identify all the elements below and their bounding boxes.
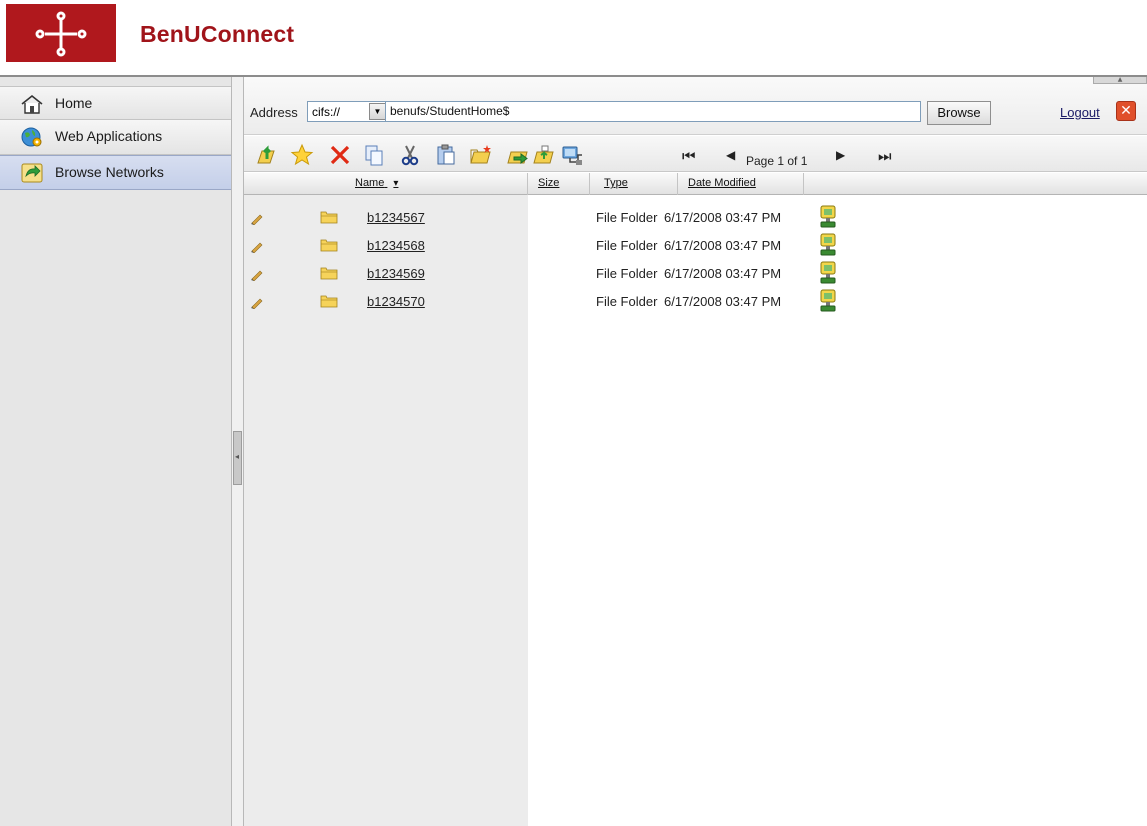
web-applications-icon	[21, 127, 42, 147]
file-name-link[interactable]: b1234568	[367, 238, 425, 253]
sidebar: Home Web Applications Browse Networks	[0, 77, 232, 826]
file-toolbar: ⏮ ◀ Page 1 of 1 ▶ ⏭	[244, 136, 1147, 172]
rename-pencil-icon[interactable]	[250, 297, 264, 309]
chevron-down-icon[interactable]: ▼	[369, 103, 386, 120]
sidebar-splitter[interactable]: ◂	[232, 77, 244, 826]
last-page-icon[interactable]: ⏭	[878, 147, 892, 165]
new-folder-icon[interactable]	[469, 143, 493, 167]
rename-pencil-icon[interactable]	[250, 269, 264, 281]
file-type: File Folder	[596, 294, 658, 309]
browse-button[interactable]: Browse	[927, 101, 991, 125]
table-row[interactable]: b1234569 File Folder 6/17/2008 03:47 PM	[244, 260, 1147, 288]
network-share-icon[interactable]	[818, 289, 838, 313]
sort-descending-icon: ▾	[393, 178, 399, 189]
rename-pencil-icon[interactable]	[250, 213, 264, 225]
logout-link[interactable]: Logout	[1060, 105, 1100, 120]
folder-icon	[320, 211, 338, 224]
previous-page-icon[interactable]: ◀	[726, 148, 735, 162]
sidebar-item-label: Browse Networks	[55, 164, 164, 180]
pager-text: Page 1 of 1	[746, 154, 808, 168]
app-title: BenUConnect	[140, 21, 295, 47]
home-icon	[21, 94, 43, 114]
column-header-label: Date Modified	[688, 177, 756, 189]
folder-icon	[320, 239, 338, 252]
folder-icon	[320, 295, 338, 308]
column-header-size[interactable]: Size	[528, 173, 590, 195]
file-date-modified: 6/17/2008 03:47 PM	[664, 266, 782, 281]
app-header: BenUConnect	[0, 0, 1147, 77]
column-header-date-modified[interactable]: Date Modified	[678, 173, 804, 195]
column-header-label: Name	[355, 177, 385, 189]
table-row[interactable]: b1234570 File Folder 6/17/2008 03:47 PM	[244, 288, 1147, 316]
file-name-link[interactable]: b1234570	[367, 294, 425, 309]
address-bar: ▲ Address cifs:// ▼ benufs/StudentHome$ …	[244, 77, 1147, 135]
app-logo	[6, 4, 116, 62]
copy-icon[interactable]	[362, 143, 386, 167]
next-page-icon[interactable]: ▶	[836, 148, 845, 162]
close-icon[interactable]: ✕	[1116, 101, 1136, 121]
column-header-label: Size	[538, 177, 560, 189]
up-folder-icon[interactable]	[254, 143, 278, 167]
browse-networks-icon	[21, 163, 43, 183]
sidebar-item-web-applications[interactable]: Web Applications	[0, 120, 231, 155]
sidebar-item-browse-networks[interactable]: Browse Networks	[0, 155, 231, 190]
sidebar-item-home[interactable]: Home	[0, 86, 231, 120]
delete-icon[interactable]	[328, 143, 352, 167]
cut-icon[interactable]	[398, 143, 422, 167]
protocol-value: cifs://	[312, 105, 341, 119]
file-name-link[interactable]: b1234567	[367, 210, 425, 225]
logo-cross-icon	[35, 11, 87, 57]
file-date-modified: 6/17/2008 03:47 PM	[664, 210, 782, 225]
splitter-collapse-handle[interactable]: ◂	[233, 431, 242, 485]
file-browser: ▲ Address cifs:// ▼ benufs/StudentHome$ …	[244, 77, 1147, 826]
network-share-icon[interactable]	[818, 233, 838, 257]
favorite-star-icon[interactable]	[290, 143, 314, 167]
open-folder-icon[interactable]	[532, 143, 556, 167]
chevron-left-icon: ◂	[235, 452, 240, 461]
file-date-modified: 6/17/2008 03:47 PM	[664, 294, 782, 309]
network-drive-icon[interactable]	[560, 143, 584, 167]
column-header-type[interactable]: Type	[590, 173, 678, 195]
network-share-icon[interactable]	[818, 261, 838, 285]
grid-header: Name ▾ Size Type Date Modified	[244, 173, 1147, 195]
address-label: Address	[250, 105, 298, 120]
table-row[interactable]: b1234567 File Folder 6/17/2008 03:47 PM	[244, 204, 1147, 232]
network-share-icon[interactable]	[818, 205, 838, 229]
sidebar-item-label: Web Applications	[55, 128, 163, 144]
first-page-icon[interactable]: ⏮	[682, 147, 696, 165]
file-type: File Folder	[596, 210, 658, 225]
folder-icon	[320, 267, 338, 280]
collapse-header-button[interactable]: ▲	[1093, 77, 1147, 84]
path-input[interactable]: benufs/StudentHome$	[385, 101, 921, 122]
file-type: File Folder	[596, 238, 658, 253]
table-row[interactable]: b1234568 File Folder 6/17/2008 03:47 PM	[244, 232, 1147, 260]
file-type: File Folder	[596, 266, 658, 281]
rename-pencil-icon[interactable]	[250, 241, 264, 253]
sidebar-item-label: Home	[55, 95, 93, 111]
column-header-label: Type	[604, 177, 628, 189]
protocol-select[interactable]: cifs:// ▼	[307, 101, 388, 122]
column-header-name[interactable]: Name ▾	[244, 173, 528, 195]
file-date-modified: 6/17/2008 03:47 PM	[664, 238, 782, 253]
upload-icon[interactable]	[506, 143, 530, 167]
paste-icon[interactable]	[434, 143, 458, 167]
file-name-link[interactable]: b1234569	[367, 266, 425, 281]
